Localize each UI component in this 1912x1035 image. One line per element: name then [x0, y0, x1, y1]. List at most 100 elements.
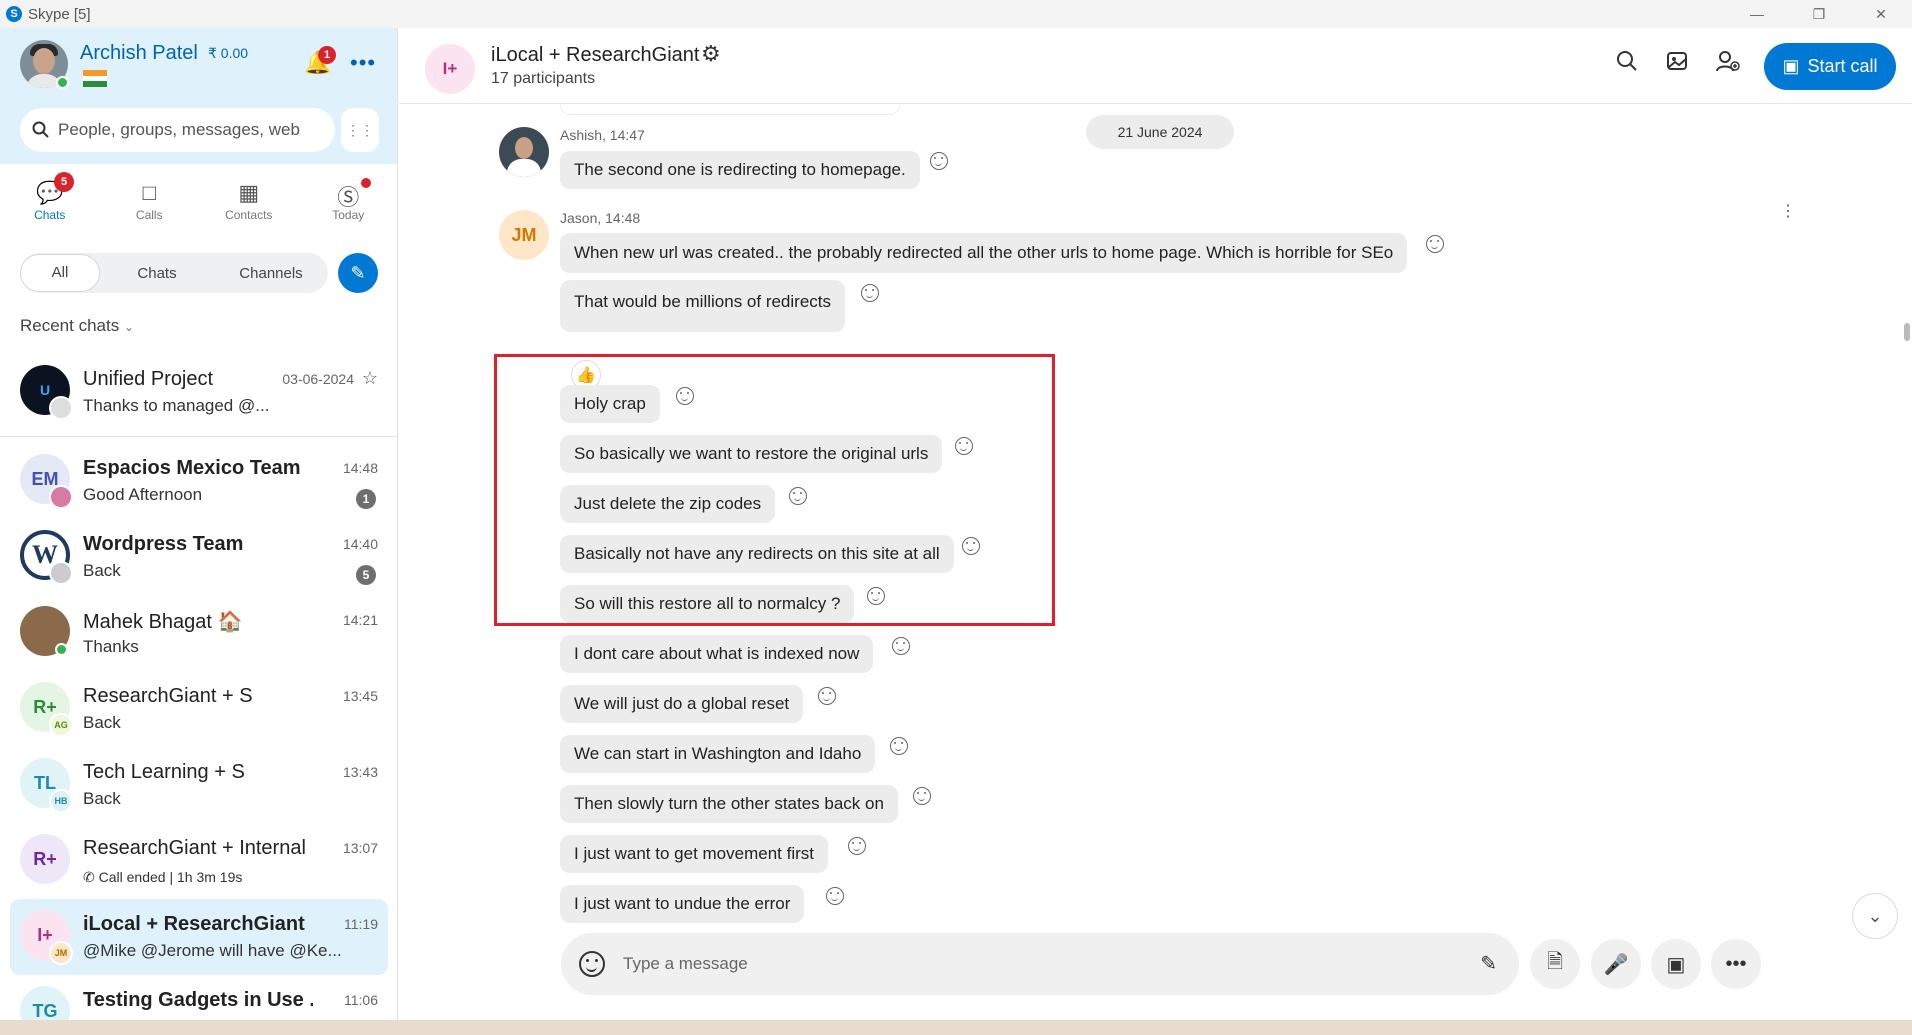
scroll-to-bottom-button[interactable]: ⌄ — [1852, 893, 1898, 939]
gallery-icon[interactable] — [1666, 50, 1688, 78]
message-bubble[interactable]: We will just do a global reset — [560, 685, 804, 723]
recent-chats-dropdown[interactable]: Recent chats ⌄ — [20, 316, 134, 336]
message-bubble[interactable]: We can start in Washington and Idaho — [560, 735, 876, 773]
filter-chats[interactable]: Chats — [100, 265, 214, 282]
restore-icon[interactable]: ❐ — [1788, 0, 1850, 28]
emoji-icon[interactable] — [579, 951, 605, 977]
emoji-react-icon[interactable] — [1426, 235, 1444, 253]
emoji-react-icon[interactable] — [848, 837, 866, 855]
filter-channels[interactable]: Channels — [214, 265, 328, 282]
search-icon[interactable] — [1616, 50, 1638, 78]
message-input[interactable] — [623, 951, 1423, 977]
chat-time: 14:21 — [342, 612, 378, 628]
emoji-react-icon[interactable] — [930, 152, 948, 170]
os-taskbar — [0, 1020, 1912, 1035]
add-person-icon[interactable] — [1716, 50, 1740, 78]
search-input[interactable] — [58, 120, 328, 140]
new-chat-button[interactable]: ✎ — [338, 253, 378, 293]
chat-item-researchgiant-s[interactable]: R+ AG ResearchGiant + S Back 13:45 — [0, 671, 397, 747]
filter-all[interactable]: All — [20, 254, 100, 292]
chat-name: iLocal + ResearchGiant — [83, 913, 305, 935]
nav-chats[interactable]: 💬 Chats 5 — [0, 164, 100, 256]
chat-item-tech-learning[interactable]: TL HB Tech Learning + S Back 13:43 — [0, 747, 397, 823]
member-avatar: JM — [49, 941, 73, 965]
chat-preview: ✆ Call ended | 1h 3m 19s — [83, 869, 242, 886]
emoji-react-icon[interactable] — [818, 687, 836, 705]
message-bubble[interactable]: When new url was created.. the probably … — [560, 233, 1408, 273]
message-bubble[interactable]: I just want to get movement first — [560, 835, 828, 873]
gear-icon[interactable]: ⚙ — [701, 41, 721, 67]
online-status-icon — [55, 643, 68, 656]
more-actions-button[interactable]: ••• — [1711, 939, 1761, 989]
message-composer: ✎ — [561, 933, 1519, 995]
divider — [0, 436, 397, 437]
conversation-title[interactable]: iLocal + ResearchGiant — [491, 44, 699, 67]
message-options-icon[interactable]: ⋮ — [1780, 201, 1796, 221]
member-avatar — [49, 396, 73, 420]
skype-logo-icon: S — [6, 6, 22, 22]
nav-today[interactable]: Ⓢ Today — [299, 164, 398, 256]
message-bubble[interactable]: I just want to undue the error — [560, 885, 805, 923]
voice-message-button[interactable]: 🎤 — [1591, 939, 1641, 989]
message-bubble[interactable]: The second one is redirecting to homepag… — [560, 151, 920, 189]
chat-item-unified-project[interactable]: U Unified Project Thanks to managed @...… — [0, 354, 397, 430]
chat-item-wordpress[interactable]: W Wordpress Team Back 14:40 5 — [0, 519, 397, 595]
sender-label: Jason, 14:48 — [560, 210, 641, 226]
ashish-avatar[interactable] — [499, 127, 549, 177]
scrollbar-thumb[interactable] — [1904, 323, 1910, 341]
video-message-icon: ▣ — [1666, 953, 1686, 976]
message-bubble[interactable]: I dont care about what is indexed now — [560, 635, 874, 673]
message-bubble[interactable]: Then slowly turn the other states back o… — [560, 785, 898, 823]
jason-avatar[interactable]: JM — [499, 210, 549, 260]
emoji-react-icon[interactable] — [890, 737, 908, 755]
video-camera-icon: □ — [142, 180, 156, 205]
nav-today-label: Today — [332, 208, 365, 222]
unread-count: 1 — [356, 489, 376, 509]
sidebar: Archish Patel ₹ 0.00 🔔 1 ••• ⋮⋮ 💬 Chats … — [0, 28, 398, 1020]
main-nav: 💬 Chats 5 □ Calls ▦ Contacts Ⓢ Today — [0, 164, 398, 256]
emoji-react-icon[interactable] — [861, 284, 879, 302]
member-avatar — [49, 485, 73, 509]
chat-name: Mahek Bhagat 🏠 — [83, 611, 243, 633]
share-file-button[interactable]: 🗎 — [1530, 939, 1580, 989]
chat-time: 11:06 — [344, 992, 378, 1008]
group-avatar[interactable]: I+ — [425, 44, 475, 94]
chat-item-espacios[interactable]: EM Espacios Mexico Team Good Afternoon 1… — [0, 443, 397, 519]
chat-item-ilocal[interactable]: I+ JM iLocal + ResearchGiant @Mike @Jero… — [10, 899, 388, 975]
chevron-down-icon: ⌄ — [123, 320, 135, 334]
video-message-button[interactable]: ▣ — [1651, 939, 1701, 989]
format-text-icon[interactable]: ✎ — [1480, 951, 1497, 976]
nav-contacts[interactable]: ▦ Contacts — [199, 164, 299, 256]
emoji-react-icon[interactable] — [913, 787, 931, 805]
emoji-react-icon[interactable] — [892, 637, 910, 655]
close-icon[interactable]: ✕ — [1850, 0, 1912, 28]
chat-time: 13:43 — [342, 764, 378, 780]
participants-count[interactable]: 17 participants — [491, 70, 595, 88]
more-options-icon[interactable]: ••• — [350, 50, 376, 76]
chat-name: Testing Gadgets in Use ... — [83, 989, 313, 1011]
phone-icon: ✆ — [83, 869, 95, 885]
star-icon[interactable]: ☆ — [362, 368, 378, 389]
chat-time: 03-06-2024 — [282, 371, 354, 387]
search-icon — [32, 121, 49, 138]
emoji-react-icon[interactable] — [826, 887, 844, 905]
nav-calls-label: Calls — [135, 208, 163, 222]
start-call-button[interactable]: ▣ Start call — [1764, 43, 1896, 90]
dialpad-icon[interactable]: ⋮⋮ — [341, 108, 379, 152]
chat-preview: Back — [83, 713, 121, 732]
member-avatar: AG — [49, 713, 73, 737]
nav-calls[interactable]: □ Calls — [100, 164, 200, 256]
minimize-icon[interactable]: — — [1726, 0, 1788, 28]
message-bubble[interactable]: That would be millions of redirects — [560, 280, 846, 332]
chat-name: Tech Learning + S — [83, 761, 245, 783]
profile-name[interactable]: Archish Patel — [80, 42, 198, 65]
chat-item-testing-gadgets[interactable]: TG Testing Gadgets in Use ... 11:06 — [0, 975, 397, 1020]
search-box[interactable] — [20, 108, 335, 152]
member-avatar — [49, 561, 73, 585]
chat-item-mahek[interactable]: Mahek Bhagat 🏠 Thanks 14:21 — [0, 595, 397, 671]
window-titlebar: S Skype [5] — ❐ ✕ — [0, 0, 1912, 28]
chat-item-researchgiant-internal[interactable]: R+ ResearchGiant + Internal ✆ Call ended… — [0, 823, 397, 899]
india-flag-icon — [83, 70, 107, 88]
date-divider: 21 June 2024 — [1086, 115, 1234, 149]
skype-credit[interactable]: ₹ 0.00 — [208, 45, 248, 62]
